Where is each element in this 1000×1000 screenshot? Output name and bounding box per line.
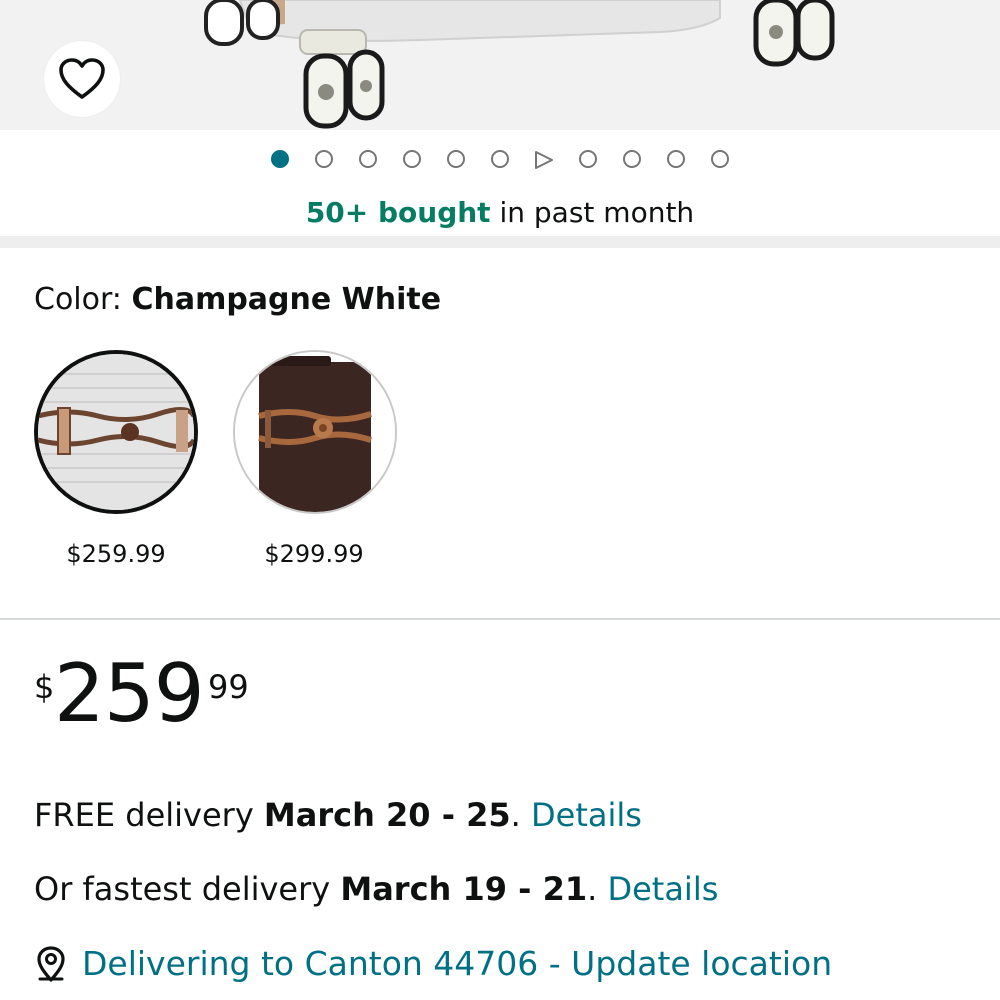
carousel-dot[interactable] <box>359 150 377 168</box>
location-pin-icon <box>37 945 65 982</box>
color-swatch-champagne-white[interactable] <box>34 350 198 514</box>
swatch-image-brown <box>235 352 395 512</box>
free-delivery-dates: March 20 - 25 <box>263 796 511 834</box>
carousel-dot[interactable] <box>491 150 509 168</box>
swatch-price-chocolate: $299.99 <box>264 540 364 568</box>
color-label: Color: <box>34 282 132 317</box>
carousel-indicators <box>0 150 1000 172</box>
product-image[interactable] <box>0 0 1000 130</box>
color-swatch-chocolate[interactable] <box>233 350 397 514</box>
fastest-delivery-dates: March 19 - 21 <box>340 870 588 908</box>
delivery-location-link[interactable]: Delivering to Canton 44706 - Update loca… <box>34 944 832 983</box>
luggage-image <box>204 0 835 129</box>
fastest-delivery-prefix: Or fastest delivery <box>34 870 341 908</box>
selected-color: Champagne White <box>131 282 442 317</box>
bought-in-past-month: 50+ bought in past month <box>0 196 1000 229</box>
delivery-location-text: Delivering to Canton 44706 - Update loca… <box>82 944 833 983</box>
carousel-dot[interactable] <box>447 150 465 168</box>
bought-text: in past month <box>490 196 695 229</box>
free-delivery-line: FREE delivery March 20 - 25. Details <box>34 796 642 834</box>
section-separator <box>0 236 1000 248</box>
color-selection-label: Color: Champagne White <box>34 282 441 317</box>
carousel-dot[interactable] <box>711 150 729 168</box>
heart-outline-icon <box>59 58 105 99</box>
carousel-dot[interactable] <box>667 150 685 168</box>
play-icon[interactable] <box>533 150 555 170</box>
price-whole: 259 <box>54 647 205 740</box>
fastest-delivery-details-link[interactable]: Details <box>607 870 718 908</box>
swatch-price-champagne-white: $259.99 <box>66 540 166 568</box>
favorite-button[interactable] <box>44 41 120 117</box>
free-delivery-details-link[interactable]: Details <box>531 796 642 834</box>
fastest-delivery-sep: . <box>587 870 608 908</box>
section-divider <box>0 618 1000 620</box>
carousel-dot[interactable] <box>271 150 289 168</box>
carousel-dot[interactable] <box>623 150 641 168</box>
swatch-image-white <box>38 354 194 510</box>
carousel-dot[interactable] <box>403 150 421 168</box>
carousel-dot[interactable] <box>315 150 333 168</box>
free-delivery-sep: . <box>510 796 531 834</box>
carousel-dot[interactable] <box>579 150 597 168</box>
price-currency: $ <box>34 668 55 706</box>
bought-count: 50+ bought <box>305 196 491 229</box>
free-delivery-prefix: FREE delivery <box>34 796 264 834</box>
price-fraction: 99 <box>208 668 249 706</box>
fastest-delivery-line: Or fastest delivery March 19 - 21. Detai… <box>34 870 718 908</box>
